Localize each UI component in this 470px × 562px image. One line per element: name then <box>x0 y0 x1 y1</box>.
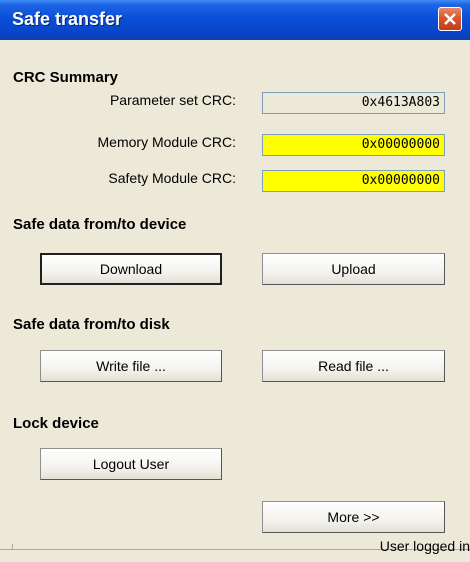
status-bar: User logged in <box>0 538 470 562</box>
logout-user-button[interactable]: Logout User <box>40 448 222 480</box>
dialog-body: CRC Summary Parameter set CRC: 0x4613A80… <box>0 40 470 561</box>
title-bar[interactable]: Safe transfer <box>0 0 470 40</box>
write-file-button[interactable]: Write file ... <box>40 350 222 382</box>
status-text: User logged in <box>379 538 470 554</box>
memory-module-crc-label: Memory Module CRC: <box>97 134 236 150</box>
read-file-button[interactable]: Read file ... <box>262 350 445 382</box>
parameter-set-crc-label: Parameter set CRC: <box>109 92 236 108</box>
close-icon <box>444 13 456 25</box>
close-button[interactable] <box>438 7 462 31</box>
download-button[interactable]: Download <box>40 253 222 285</box>
crc-summary-heading: CRC Summary <box>13 69 119 86</box>
more-button[interactable]: More >> <box>262 501 445 533</box>
window-title: Safe transfer <box>12 9 123 29</box>
safety-module-crc-label: Safety Module CRC: <box>108 170 236 186</box>
disk-section-heading: Safe data from/to disk <box>13 316 170 333</box>
lock-section-heading: Lock device <box>13 415 99 432</box>
memory-module-crc-value: 0x00000000 <box>262 134 445 156</box>
safety-module-crc-value: 0x00000000 <box>262 170 445 192</box>
parameter-set-crc-value: 0x4613A803 <box>262 92 445 114</box>
upload-button[interactable]: Upload <box>262 253 445 285</box>
device-section-heading: Safe data from/to device <box>13 216 187 233</box>
